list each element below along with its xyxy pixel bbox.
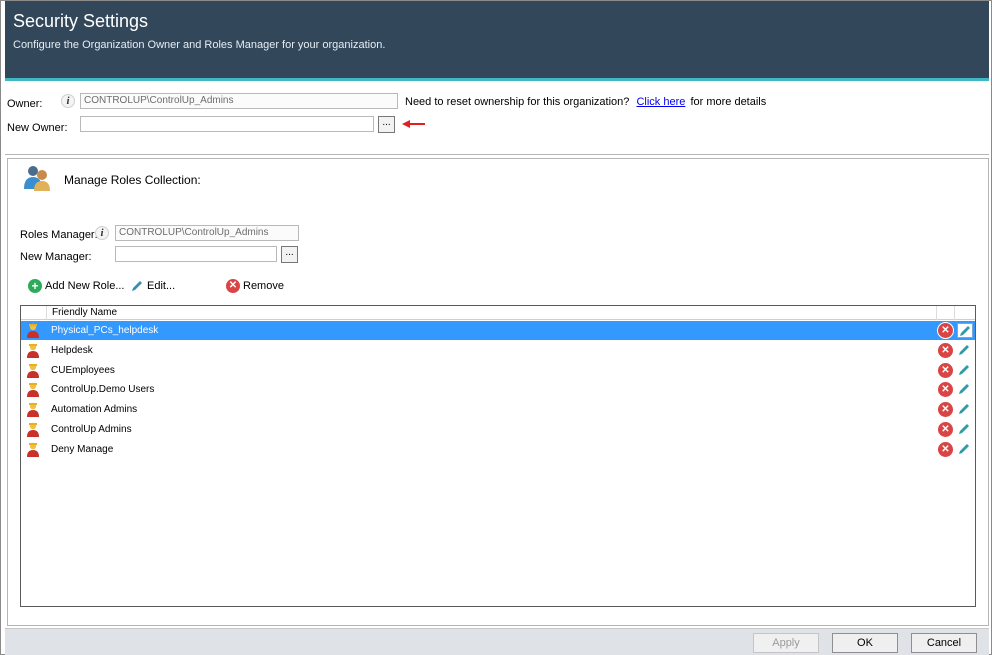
user-icon <box>26 382 40 398</box>
owner-section: Owner: i CONTROLUP\ControlUp_Admins Need… <box>5 85 989 155</box>
table-row[interactable]: ControlUp.Demo Users ✕ <box>21 380 975 399</box>
pencil-icon[interactable] <box>957 382 973 397</box>
new-owner-input[interactable] <box>80 116 374 132</box>
table-row[interactable]: Helpdesk ✕ <box>21 341 975 360</box>
user-icon <box>26 323 40 338</box>
ok-button[interactable]: OK <box>832 633 898 653</box>
pencil-icon[interactable] <box>957 323 973 338</box>
apply-button[interactable]: Apply <box>753 633 819 653</box>
x-circle-icon[interactable]: ✕ <box>937 322 954 339</box>
table-row[interactable]: ControlUp Admins ✕ <box>21 420 975 439</box>
x-circle-icon[interactable]: ✕ <box>938 441 953 457</box>
user-icon <box>26 422 40 437</box>
table-row[interactable]: CUEmployees ✕ <box>21 361 975 380</box>
x-circle-icon[interactable]: ✕ <box>938 402 953 418</box>
page-subtitle: Configure the Organization Owner and Rol… <box>13 39 386 51</box>
grid-header: Friendly Name <box>21 306 975 320</box>
x-circle-icon[interactable]: ✕ <box>938 382 953 398</box>
pencil-icon[interactable] <box>957 343 973 358</box>
user-icon <box>26 402 40 418</box>
add-role-button[interactable]: + Add New Role... <box>28 279 124 293</box>
users-icon <box>24 166 50 191</box>
page-title: Security Settings <box>13 11 149 31</box>
x-circle-icon: ✕ <box>226 279 240 293</box>
reset-suffix: for more details <box>690 96 767 108</box>
roles-grid[interactable]: Friendly Name Physical_PCs_helpdesk ✕ Help… <box>20 305 976 607</box>
pencil-icon <box>132 281 142 291</box>
info-icon: i <box>95 226 109 240</box>
role-name: Helpdesk <box>51 344 93 356</box>
column-header-friendly-name[interactable]: Friendly Name <box>47 306 937 320</box>
new-manager-label: New Manager: <box>20 251 92 263</box>
role-name: ControlUp.Demo Users <box>51 384 155 396</box>
role-name: CUEmployees <box>51 364 115 376</box>
pencil-icon[interactable] <box>957 402 973 417</box>
remove-role-button[interactable]: ✕ Remove <box>226 279 284 293</box>
edit-role-button[interactable]: Edit... <box>130 279 175 293</box>
remove-role-label: Remove <box>243 280 284 292</box>
x-circle-icon[interactable]: ✕ <box>938 422 953 437</box>
pencil-icon[interactable] <box>957 422 973 437</box>
roles-panel: Manage Roles Collection: Roles Manager: … <box>7 158 989 626</box>
role-name: Physical_PCs_helpdesk <box>51 325 159 336</box>
role-name: Deny Manage <box>51 443 114 455</box>
table-row[interactable]: Physical_PCs_helpdesk ✕ <box>21 321 975 340</box>
role-name: Automation Admins <box>51 404 138 416</box>
user-icon <box>26 343 40 358</box>
edit-role-label: Edit... <box>147 280 176 292</box>
x-circle-icon[interactable]: ✕ <box>938 362 953 378</box>
owner-label: Owner: <box>7 98 43 110</box>
cancel-button[interactable]: Cancel <box>911 633 977 653</box>
click-here-link[interactable]: Click here <box>636 96 685 108</box>
info-icon: i <box>61 94 75 108</box>
footer-bar: Apply OK Cancel <box>5 628 989 655</box>
security-settings-window: Security Settings Configure the Organiza… <box>0 0 992 655</box>
role-name: ControlUp Admins <box>51 424 132 435</box>
header-banner: Security Settings Configure the Organiza… <box>5 1 989 81</box>
reset-text: Need to reset ownership for this organiz… <box>405 96 630 108</box>
table-row[interactable]: Deny Manage ✕ <box>21 440 975 459</box>
plus-circle-icon: + <box>28 279 42 293</box>
browse-manager-button[interactable]: ... <box>281 246 298 263</box>
new-owner-label: New Owner: <box>7 122 68 134</box>
new-manager-input[interactable] <box>115 246 277 262</box>
roles-manager-label: Roles Manager: <box>20 229 98 241</box>
section-title: Manage Roles Collection: <box>64 173 201 187</box>
roles-manager-field: CONTROLUP\ControlUp_Admins <box>115 225 299 241</box>
add-role-label: Add New Role... <box>45 280 125 292</box>
browse-owner-button[interactable]: ... <box>378 116 395 133</box>
user-icon <box>26 442 40 457</box>
user-icon <box>26 363 40 378</box>
pencil-icon[interactable] <box>957 363 973 378</box>
owner-field: CONTROLUP\ControlUp_Admins <box>80 93 398 109</box>
reset-ownership-text: Need to reset ownership for this organiz… <box>405 96 766 108</box>
table-row[interactable]: Automation Admins ✕ <box>21 400 975 419</box>
red-arrow-icon <box>402 120 425 128</box>
x-circle-icon[interactable]: ✕ <box>938 342 953 358</box>
pencil-icon[interactable] <box>957 442 973 457</box>
